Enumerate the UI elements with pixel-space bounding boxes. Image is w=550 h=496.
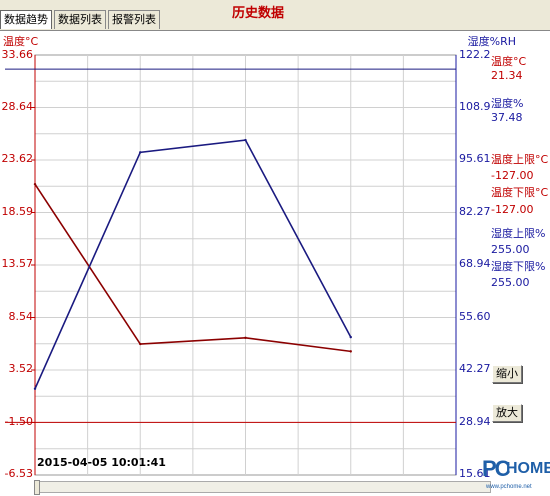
timestamp-label: 2015-04-05 10:01:41 [37, 456, 166, 469]
temperature-point [244, 336, 247, 339]
humidity-point [244, 138, 247, 142]
humidity-point [349, 335, 352, 339]
trend-chart [5, 54, 457, 476]
humidity-point [139, 151, 142, 154]
chart-grid [34, 54, 457, 476]
horizontal-scrollbar[interactable] [34, 481, 491, 493]
humidity-point [33, 387, 37, 390]
temperature-point [139, 342, 142, 346]
pchome-watermark-logo: PC HOME www.pchome.net [482, 456, 550, 490]
temperature-point [349, 350, 352, 353]
temperature-point [33, 182, 37, 186]
scrollbar-thumb[interactable] [34, 480, 40, 495]
